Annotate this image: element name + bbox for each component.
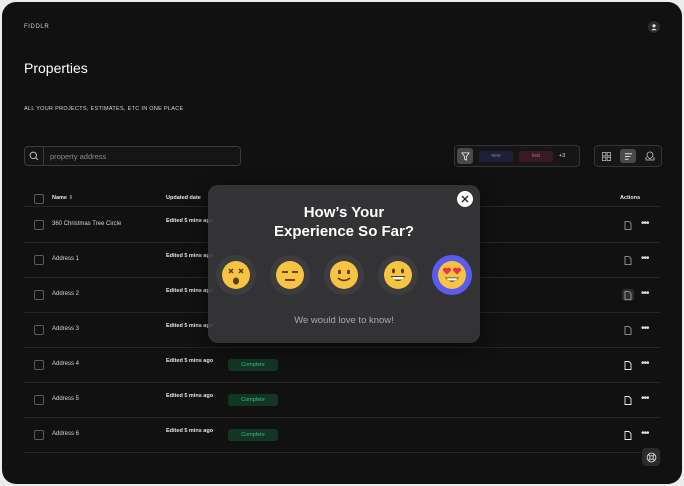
document-icon[interactable] [622,429,634,441]
more-options-icon[interactable]: ••• [641,428,649,439]
app-window: FIDDLR Properties ALL YOUR PROJECTS, EST… [2,2,682,484]
row-checkbox[interactable] [34,430,44,440]
rating-options [216,255,472,295]
updated-text: Edited 5 mins ago [166,253,214,259]
column-name-label: Name [52,195,67,201]
rating-option-dizzy[interactable] [216,255,256,295]
document-icon[interactable] [622,359,634,371]
property-name[interactable]: Address 2 [52,291,79,297]
row-checkbox[interactable] [34,255,44,265]
search-icon[interactable] [25,147,44,165]
sort-icon[interactable]: ⇕ [69,195,74,201]
feedback-title-line2: Experience So Far? [273,223,415,240]
document-icon[interactable] [622,324,634,336]
search-bar [24,146,241,166]
row-checkbox[interactable] [34,220,44,230]
column-updated-header[interactable]: Updated date [166,195,201,201]
more-options-icon[interactable]: ••• [641,358,649,369]
support-icon[interactable] [642,448,660,466]
document-icon[interactable] [622,219,634,231]
rating-option-heart-eyes[interactable] [432,255,472,295]
updated-date: Edited 5 mins ago [166,392,213,400]
row-checkbox[interactable] [34,360,44,370]
status-badge: Complete [228,394,278,406]
dizzy-face-icon [222,261,250,289]
map-view-icon[interactable] [642,149,658,163]
grid-view-icon[interactable] [598,149,614,163]
page-title: Properties [24,60,88,76]
view-switcher [594,145,662,167]
table-row[interactable]: Address 5 Edited 5 mins ago Complete ••• [24,383,660,418]
updated-date: Edited 5 mins ago [166,287,213,295]
more-options-icon[interactable]: ••• [641,218,649,229]
property-name[interactable]: 360 Christmas Tree Circle [52,221,121,227]
more-options-icon[interactable]: ••• [641,288,649,299]
filter-chip-lost[interactable]: lost [519,150,553,162]
row-checkbox[interactable] [34,290,44,300]
feedback-title-line1: How’s Your [303,204,385,221]
table-row[interactable]: Address 4 Edited 5 mins ago Complete ••• [24,348,660,383]
select-all-checkbox[interactable] [34,194,44,204]
property-name[interactable]: Address 1 [52,256,79,262]
column-name-header[interactable]: Name ⇕ [52,195,73,201]
page-subtitle: ALL YOUR PROJECTS, ESTIMATES, ETC IN ONE… [24,106,184,112]
rating-option-expressionless[interactable] [270,255,310,295]
updated-date: Edited 5 mins ago [166,252,213,260]
updated-text: Edited 5 mins ago [166,358,214,364]
updated-date: Edited 5 mins ago [166,427,213,435]
updated-text: Edited 5 mins ago [166,428,214,434]
property-name[interactable]: Address 5 [52,396,79,402]
updated-text: Edited 5 mins ago [166,218,214,224]
expressionless-face-icon [276,261,304,289]
property-name[interactable]: Address 4 [52,361,79,367]
updated-date: Edited 5 mins ago [166,322,213,330]
row-checkbox[interactable] [34,395,44,405]
rating-option-grin[interactable] [378,255,418,295]
row-checkbox[interactable] [34,325,44,335]
more-options-icon[interactable]: ••• [641,253,649,264]
updated-date: Edited 5 mins ago [166,217,213,225]
feedback-title: How’s Your Experience So Far? [208,203,480,241]
updated-text: Edited 5 mins ago [166,288,214,294]
heart-eyes-face-icon [438,261,466,289]
slightly-smiling-face-icon [330,261,358,289]
table-row[interactable]: Address 6 Edited 5 mins ago Complete ••• [24,418,660,453]
more-options-icon[interactable]: ••• [641,323,649,334]
document-icon[interactable] [622,254,634,266]
grinning-face-icon [384,261,412,289]
filter-bar: new lost +3 [454,145,580,167]
document-icon[interactable] [622,394,634,406]
updated-text: Edited 5 mins ago [166,393,214,399]
rating-option-slight-smile[interactable] [324,255,364,295]
property-name[interactable]: Address 3 [52,326,79,332]
filter-chip-new[interactable]: new [479,150,513,162]
document-icon[interactable] [622,289,634,301]
updated-text: Edited 5 mins ago [166,323,214,329]
updated-date: Edited 5 mins ago [166,357,213,365]
list-view-icon[interactable] [620,149,636,163]
property-name[interactable]: Address 6 [52,431,79,437]
status-badge: Complete [228,359,278,371]
search-input[interactable] [44,150,232,162]
more-options-icon[interactable]: ••• [641,393,649,404]
brand-logo: FIDDLR [24,24,50,30]
feedback-note: We would love to know! [294,315,394,326]
more-filters-count[interactable]: +3 [559,153,565,159]
feedback-modal: How’s Your Experience So Far? We would l… [208,185,480,343]
user-avatar-icon[interactable] [648,21,660,33]
status-badge: Complete [228,429,278,441]
column-actions-header: Actions [620,195,641,201]
filter-icon[interactable] [457,148,473,164]
